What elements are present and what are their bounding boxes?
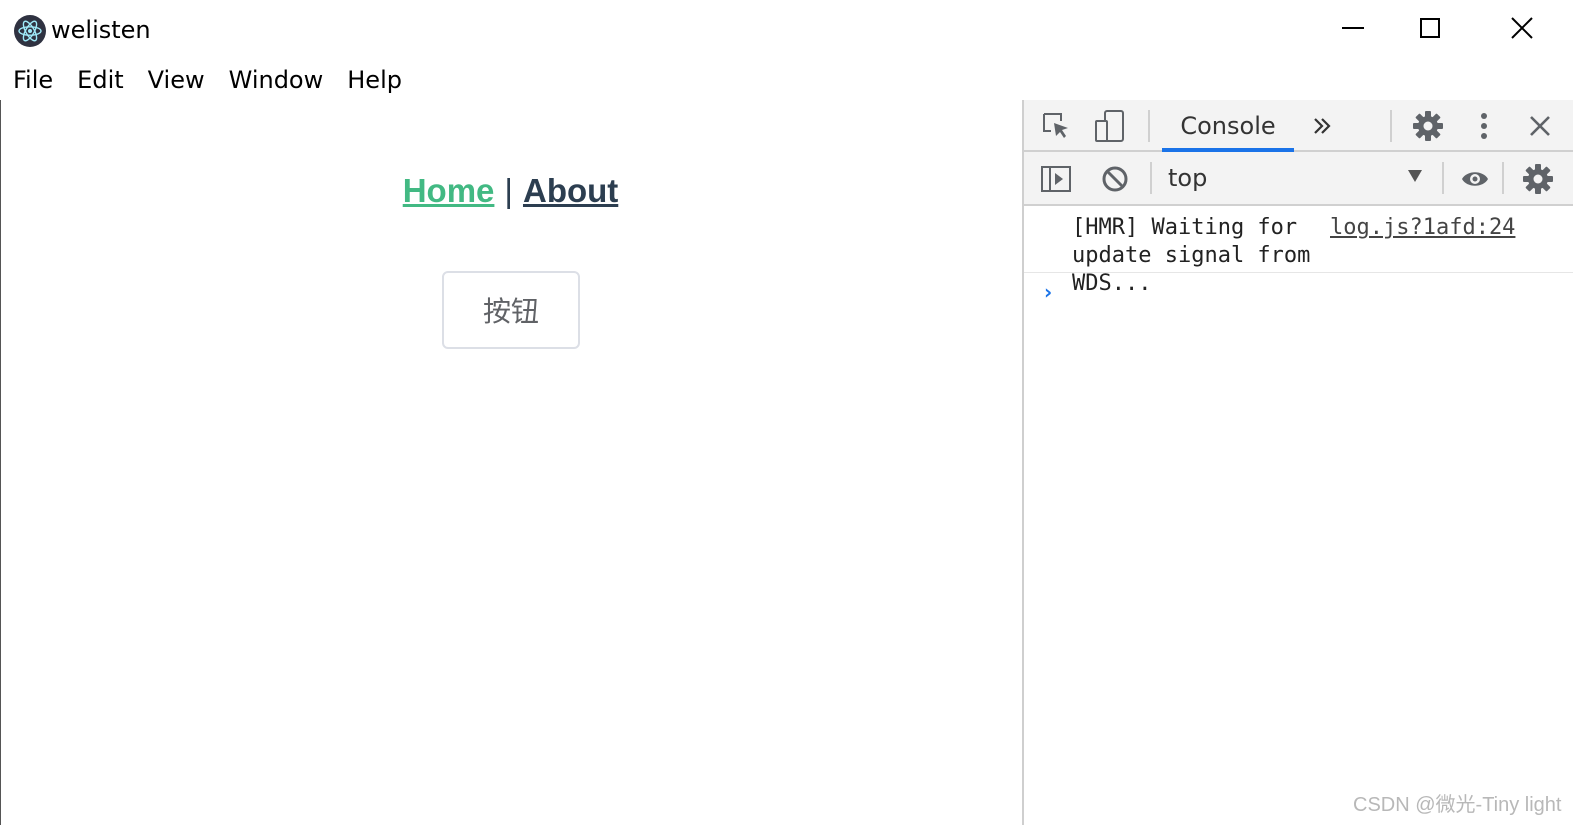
window-titlebar: welisten	[0, 0, 1573, 56]
console-settings-button[interactable]	[1520, 162, 1556, 196]
clear-console-button[interactable]	[1098, 162, 1132, 196]
inspect-element-button[interactable]	[1038, 108, 1074, 144]
customize-menu-button[interactable]	[1470, 108, 1498, 144]
sidebar-toggle-icon	[1041, 166, 1071, 192]
device-toolbar-button[interactable]	[1092, 108, 1128, 144]
menu-view[interactable]: View	[136, 58, 217, 102]
primary-button[interactable]: 按钮	[442, 271, 580, 349]
watermark: CSDN @微光-Tiny light	[1353, 794, 1562, 816]
console-toolbar: top	[1024, 152, 1573, 206]
window-title: welisten	[51, 16, 151, 44]
device-toggle-icon	[1095, 110, 1124, 142]
devtools-main-toolbar: Console	[1024, 100, 1573, 152]
menubar: File Edit View Window Help	[0, 58, 414, 102]
gear-icon	[1413, 111, 1443, 141]
menu-window[interactable]: Window	[217, 58, 336, 102]
block-icon	[1102, 166, 1128, 192]
toolbar-divider	[1148, 110, 1150, 142]
devtools-panel: Console top [HMR] Waiting for update sig…	[1022, 100, 1573, 825]
toolbar-divider	[1442, 162, 1444, 194]
menu-edit[interactable]: Edit	[65, 58, 135, 102]
nav-about-link[interactable]: About	[523, 172, 618, 209]
toolbar-divider	[1502, 162, 1504, 194]
log-message: [HMR] Waiting for update signal from WDS…	[1072, 215, 1311, 296]
live-expression-button[interactable]	[1458, 162, 1492, 196]
console-prompt[interactable]: ›	[1044, 280, 1052, 304]
eye-icon	[1462, 172, 1488, 186]
toolbar-divider	[1150, 162, 1152, 194]
console-log-entry: [HMR] Waiting for update signal from WDS…	[1024, 206, 1573, 296]
maximize-icon	[1420, 18, 1440, 38]
settings-button[interactable]	[1410, 108, 1446, 144]
toolbar-divider	[1390, 110, 1392, 142]
electron-icon	[14, 15, 46, 47]
chevrons-right-icon	[1314, 118, 1331, 134]
minimize-icon	[1342, 27, 1364, 29]
close-window-button[interactable]	[1492, 0, 1552, 56]
nav-home-link[interactable]: Home	[403, 172, 495, 209]
nav: Home | About	[0, 172, 1021, 210]
gear-icon	[1523, 164, 1553, 194]
maximize-button[interactable]	[1400, 0, 1460, 56]
close-devtools-button[interactable]	[1524, 108, 1556, 144]
minimize-button[interactable]	[1323, 0, 1383, 56]
nav-separator: |	[504, 172, 513, 209]
close-icon	[1511, 17, 1533, 39]
menu-file[interactable]: File	[0, 58, 65, 102]
log-source-link[interactable]: log.js?1afd:24	[1330, 214, 1515, 242]
menu-help[interactable]: Help	[335, 58, 414, 102]
close-icon	[1530, 116, 1550, 136]
more-tabs-button[interactable]	[1308, 110, 1336, 142]
tab-console[interactable]: Console	[1162, 100, 1294, 152]
context-selector[interactable]: top	[1168, 152, 1207, 204]
kebab-menu-icon	[1481, 113, 1487, 139]
chevron-down-icon[interactable]	[1408, 170, 1422, 182]
toggle-sidebar-button[interactable]	[1038, 162, 1074, 196]
inspect-element-icon	[1043, 113, 1068, 138]
